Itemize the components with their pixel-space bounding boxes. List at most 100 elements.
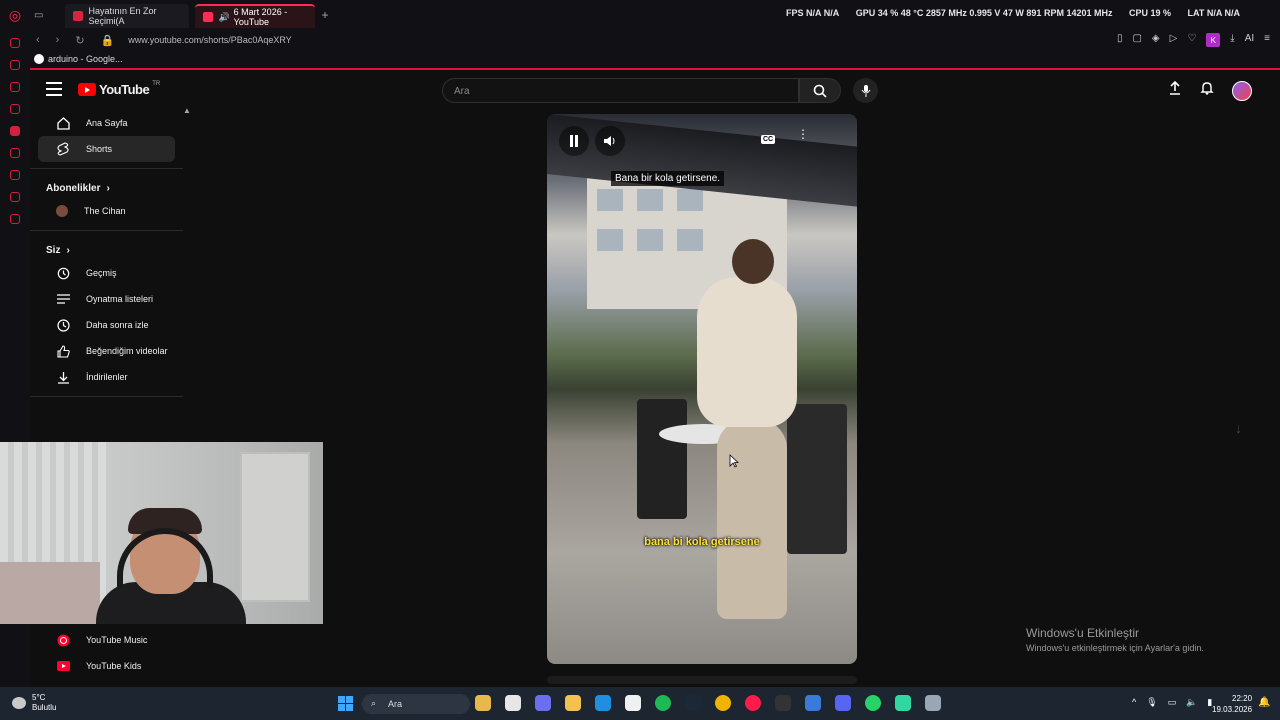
gx-control-icon[interactable] xyxy=(10,38,20,48)
tab-youtube-active[interactable]: 🔊 6 Mart 2026 - YouTube xyxy=(195,4,316,28)
volume-icon xyxy=(604,136,615,146)
next-video-arrow-icon[interactable]: ↓ xyxy=(1235,420,1242,436)
yt-music-icon xyxy=(56,633,70,647)
chevron-right-icon: › xyxy=(106,183,110,194)
heart-icon[interactable]: ♡ xyxy=(1187,33,1196,47)
yt-sidebar-more: YouTube Music YouTube Kids xyxy=(30,627,183,679)
sidebar-item-label: Shorts xyxy=(86,144,113,154)
pause-button[interactable] xyxy=(559,126,589,156)
chevron-up-icon[interactable]: ^ xyxy=(1132,697,1136,708)
gx-corner-icon[interactable] xyxy=(10,104,20,114)
opera-gx-logo-icon[interactable]: ◎ xyxy=(0,0,30,30)
tab-title: 6 Mart 2026 - YouTube xyxy=(233,7,288,27)
snapshot-icon[interactable]: ▢ xyxy=(1132,33,1141,47)
sidebar-item-home[interactable]: Ana Sayfa xyxy=(38,110,175,136)
opera-gx-icon[interactable] xyxy=(745,695,761,711)
sidebar-item-watch-later[interactable]: Daha sonra izle xyxy=(38,312,175,338)
sidebar-item-label: Oynatma listeleri xyxy=(86,294,154,304)
sidebar-item-playlists[interactable]: Oynatma listeleri xyxy=(38,286,175,312)
player-icon[interactable]: ▷ xyxy=(1170,33,1178,47)
download-icon[interactable]: ⤓ xyxy=(1230,33,1234,47)
chrome-icon[interactable] xyxy=(715,695,731,711)
sidebar-item-shorts[interactable]: Shorts xyxy=(38,136,175,162)
speaker-tray-icon[interactable]: 🔈 xyxy=(1186,697,1197,708)
settings-icon[interactable] xyxy=(925,695,941,711)
tab-hayatinin[interactable]: Hayatının En Zor Seçimi(A xyxy=(65,4,190,28)
youtube-favicon-icon xyxy=(203,12,214,22)
bookmark-arduino[interactable]: arduino - Google... xyxy=(34,54,123,64)
search-input[interactable]: Ara xyxy=(442,78,799,103)
more-options-icon[interactable]: ⋮ xyxy=(797,128,809,140)
menu-icon[interactable]: ≡ xyxy=(1264,33,1270,47)
copilot-icon[interactable] xyxy=(535,695,551,711)
cpu-label: CPU xyxy=(1128,8,1148,18)
file-explorer-icon[interactable] xyxy=(565,695,581,711)
sidebar-item-the-cihan[interactable]: The Cihan xyxy=(38,198,175,224)
reload-icon[interactable]: ↻ xyxy=(75,34,84,47)
windows-start-icon[interactable] xyxy=(338,696,353,711)
divider xyxy=(30,168,183,169)
search-button[interactable] xyxy=(799,78,841,103)
sidebar-item-yt-music[interactable]: YouTube Music xyxy=(38,627,175,653)
sidebar-item-history[interactable]: Geçmiş xyxy=(38,260,175,286)
sidebar-item-yt-kids[interactable]: YouTube Kids xyxy=(38,653,175,679)
history-sidebar-icon[interactable] xyxy=(10,170,20,180)
whatsapp-icon[interactable] xyxy=(865,695,881,711)
new-tab-button[interactable]: + xyxy=(321,8,328,22)
bookmark-icon[interactable]: ▯ xyxy=(1117,33,1123,47)
twitch-icon[interactable] xyxy=(10,126,20,136)
sidebar-item-downloads[interactable]: İndirilenler xyxy=(38,364,175,390)
volume-button[interactable] xyxy=(595,126,625,156)
address-bar: ‹ › ↻ 🔒 www.youtube.com/shorts/PBac0AqeX… xyxy=(0,30,1280,50)
task-view-icon[interactable] xyxy=(505,695,521,711)
fps-value: N/A N/A xyxy=(806,8,840,18)
bookmark-label: arduino - Google... xyxy=(48,54,123,64)
notification-icon[interactable]: 🔔 xyxy=(1258,697,1270,708)
steam-icon[interactable] xyxy=(685,695,701,711)
sidebar-item-liked-videos[interactable]: Beğendiğim videolar xyxy=(38,338,175,364)
captions-button[interactable]: CC xyxy=(761,135,776,144)
taskbar-search[interactable]: ⌕ Ara xyxy=(362,694,470,714)
taskbar-clock[interactable]: 22:20 19.03.2026 xyxy=(1212,693,1252,715)
music-icon[interactable] xyxy=(10,148,20,158)
sidebar-scroll-up-icon[interactable]: ▲ xyxy=(183,106,191,115)
app-icon[interactable] xyxy=(895,695,911,711)
discord-icon[interactable] xyxy=(835,695,851,711)
extensions-icon[interactable] xyxy=(10,192,20,202)
account-avatar[interactable] xyxy=(1232,81,1252,101)
spotify-icon[interactable] xyxy=(655,695,671,711)
upload-icon[interactable] xyxy=(1168,81,1182,95)
clock-time: 22:20 xyxy=(1232,694,1253,703)
epic-games-icon[interactable] xyxy=(775,695,791,711)
network-icon[interactable]: ▭ xyxy=(1168,697,1177,708)
hamburger-menu-icon[interactable] xyxy=(46,82,62,96)
subscriptions-title: Abonelikler xyxy=(46,183,101,194)
lat-value: N/A N/A xyxy=(1206,8,1241,18)
widget-app-icon[interactable] xyxy=(475,695,491,711)
messenger-icon[interactable] xyxy=(10,82,20,92)
store-icon[interactable] xyxy=(625,695,641,711)
profile-avatar[interactable]: K xyxy=(1206,33,1221,47)
settings-sidebar-icon[interactable] xyxy=(10,214,20,224)
microphone-tray-icon[interactable]: 🎙 xyxy=(1146,697,1157,708)
notifications-bell-icon[interactable] xyxy=(1200,81,1214,95)
tab-list-icon[interactable]: ▭ xyxy=(34,10,43,21)
url-field[interactable]: www.youtube.com/shorts/PBac0AqeXRY xyxy=(128,35,291,45)
gx-store-icon[interactable] xyxy=(10,60,20,70)
shorts-video-player[interactable]: CC ⋮ Bana bir kola getirsene. bana bi ko… xyxy=(547,114,857,664)
voice-search-button[interactable] xyxy=(853,78,878,103)
subscriptions-header[interactable]: Abonelikler › xyxy=(30,175,183,198)
next-short-preview[interactable] xyxy=(547,676,857,684)
activation-subtitle: Windows'u etkinleştirmek için Ayarlar'a … xyxy=(1026,643,1204,653)
back-icon[interactable]: ‹ xyxy=(36,34,40,47)
vpn-icon[interactable] xyxy=(805,695,821,711)
youtube-logo[interactable]: YouTube TR xyxy=(78,80,161,97)
shield-icon[interactable]: ◈ xyxy=(1152,33,1160,47)
windows-activation-watermark: Windows'u Etkinleştir Windows'u etkinleş… xyxy=(1026,626,1204,653)
edge-icon[interactable] xyxy=(595,695,611,711)
you-header[interactable]: Siz › xyxy=(30,237,183,260)
weather-widget[interactable]: 5°C Bulutlu xyxy=(12,693,56,713)
forward-icon[interactable]: › xyxy=(56,34,60,47)
region-code: TR xyxy=(152,80,161,87)
ai-button[interactable]: AI xyxy=(1245,33,1254,47)
